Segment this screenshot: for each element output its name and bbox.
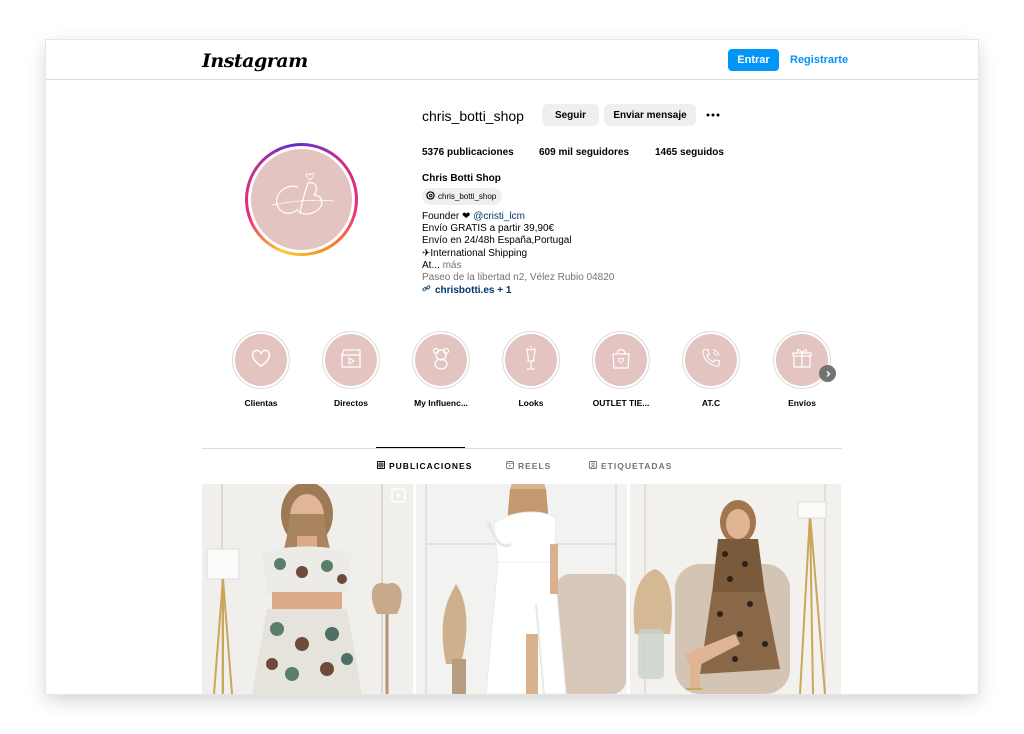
profile-bio: Founder ❤ @cristi_lcm Envío GRATIS a par… [422, 211, 614, 297]
profile-full-name: Chris Botti Shop [422, 173, 501, 184]
tabs-divider [202, 448, 842, 449]
highlight-atc[interactable]: AT.C [666, 331, 756, 408]
highlight-label: Looks [518, 398, 544, 408]
highlight-clientas[interactable]: Clientas [216, 331, 306, 408]
gift-box-icon [790, 346, 814, 375]
cb-monogram-logo [251, 149, 352, 250]
instagram-logo[interactable]: Instagram [202, 50, 308, 72]
posts-count: 5376 publicaciones [422, 147, 514, 158]
posts-grid [202, 484, 842, 694]
threads-handle: chris_botti_shop [438, 192, 497, 201]
post-white-dress[interactable] [416, 484, 627, 694]
bio-more-link[interactable]: más [443, 260, 462, 271]
highlight-influencers[interactable]: My Influenc... [396, 331, 486, 408]
highlight-looks[interactable]: Looks [486, 331, 576, 408]
highlight-directos[interactable]: Directos [306, 331, 396, 408]
signup-link[interactable]: Registrarte [790, 54, 848, 66]
post-floral-dress[interactable] [202, 484, 413, 694]
chevron-right-icon[interactable] [819, 365, 836, 382]
threads-icon [426, 191, 435, 202]
bio-address: Paseo de la libertad n2, Vélez Rubio 048… [422, 272, 615, 284]
post-leopard-dress[interactable] [630, 484, 841, 694]
bio-line: Envío en 24/48h España,Portugal [422, 235, 572, 247]
active-tab-indicator [376, 447, 465, 448]
bio-line: ✈International Shipping [422, 247, 528, 259]
shopping-bag-icon [610, 346, 632, 375]
tagged-icon [589, 461, 597, 471]
grid-icon [377, 461, 385, 471]
tab-reels[interactable]: REELS [506, 461, 551, 471]
link-icon [422, 284, 431, 297]
highlight-label: Directos [333, 398, 368, 408]
dress-form-icon [521, 345, 541, 376]
teddy-bear-icon [429, 346, 453, 375]
tab-label: ETIQUETADAS [601, 461, 673, 471]
highlight-label: OUTLET TIE... [592, 398, 650, 408]
highlight-label: Envíos [788, 398, 816, 408]
following-count[interactable]: 1465 seguidos [655, 147, 724, 158]
highlight-label: Clientas [244, 398, 278, 408]
highlight-label: AT.C [701, 398, 721, 408]
founder-mention-link[interactable]: @cristi_lcm [473, 211, 525, 222]
more-options-icon[interactable] [702, 104, 724, 126]
bio-line: At... [422, 259, 440, 271]
bio-line: Envío GRATIS a partir 39,90€ [422, 223, 555, 235]
followers-count[interactable]: 609 mil seguidores [539, 147, 629, 158]
clapperboard-icon [339, 347, 363, 374]
threads-badge[interactable]: chris_botti_shop [422, 188, 503, 205]
highlight-label: My Influenc... [414, 398, 468, 408]
send-message-button[interactable]: Enviar mensaje [604, 104, 696, 126]
heart-icon [250, 348, 272, 373]
follow-button[interactable]: Seguir [542, 104, 599, 126]
highlight-outlet[interactable]: OUTLET TIE... [576, 331, 666, 408]
tab-label: PUBLICACIONES [389, 461, 473, 471]
tab-etiquetadas[interactable]: ETIQUETADAS [589, 461, 672, 471]
tab-publicaciones[interactable]: PUBLICACIONES [377, 461, 472, 471]
tab-label: REELS [518, 461, 552, 471]
profile-avatar[interactable] [245, 143, 358, 256]
login-button[interactable]: Entrar [728, 49, 779, 71]
website-link[interactable]: chrisbotti.es + 1 [435, 285, 511, 297]
bio-founder: Founder ❤ [422, 211, 471, 222]
reels-icon [506, 461, 514, 471]
phone-icon [700, 347, 722, 374]
top-nav: Instagram Entrar Registrarte [46, 40, 978, 80]
browser-window: Instagram Entrar Registrarte chris_botti… [46, 40, 978, 694]
profile-username: chris_botti_shop [422, 108, 524, 124]
